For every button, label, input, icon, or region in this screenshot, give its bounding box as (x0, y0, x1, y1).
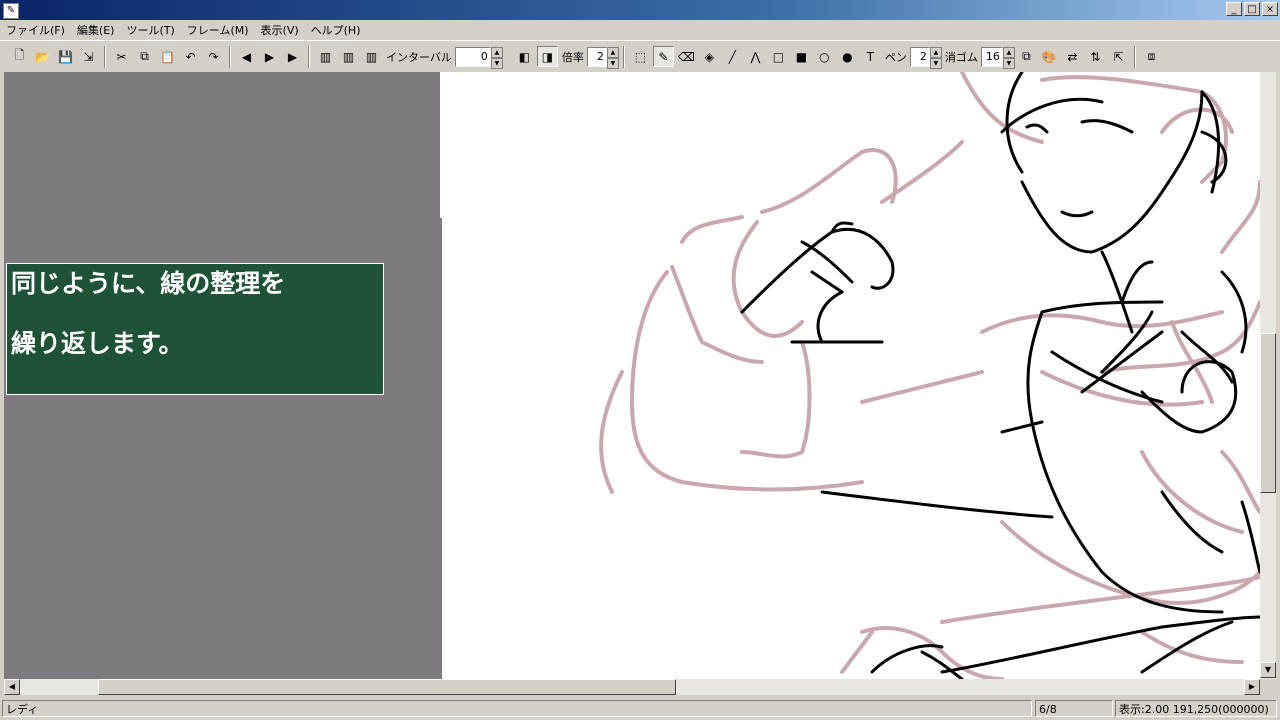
status-zoom-coords: 表示:2.00 191,250(000000) (1115, 700, 1277, 717)
caption-line-1: 同じように、線の整理を (11, 269, 286, 298)
status-frame-counter: 6/8 (1035, 700, 1113, 717)
paste-icon[interactable]: 📋 (157, 46, 178, 67)
prev-frame-icon[interactable]: ◀ (236, 46, 257, 67)
line-icon[interactable]: ╱ (722, 46, 743, 67)
toolbar: 🗋 📂 💾 ⇲ ✂ ⧉ 📋 ↶ ↷ ◀ ▶ ▶ ▥ ▥ ▥ インターバル 0 ▲… (0, 40, 1280, 72)
menu-file[interactable]: ファイル(F) (0, 22, 71, 38)
spin-up-icon[interactable]: ▲ (490, 46, 503, 58)
app-icon: ✎ (3, 3, 19, 19)
eraser-icon[interactable]: ⌫ (676, 46, 697, 67)
cut-icon[interactable]: ✂ (111, 46, 132, 67)
scroll-right-icon[interactable]: ▶ (1244, 679, 1260, 695)
play-icon[interactable]: ▶ (282, 46, 303, 67)
menu-bar: ファイル(F) 編集(E) ツール(T) フレーム(M) 表示(V) ヘルプ(H… (0, 20, 1280, 39)
sketch-drawing (599, 72, 1260, 679)
undo-icon[interactable]: ↶ (180, 46, 201, 67)
layer-icon[interactable]: ⧉ (1016, 46, 1037, 67)
scroll-left-icon[interactable]: ◀ (4, 679, 20, 695)
frame-insert-icon[interactable]: ▥ (315, 46, 336, 67)
menu-frame[interactable]: フレーム(M) (181, 22, 255, 38)
ellipse-icon[interactable]: ○ (814, 46, 835, 67)
toolbar-separator (308, 45, 310, 68)
save-icon[interactable]: 💾 (55, 46, 76, 67)
spin-up-icon[interactable]: ▲ (1002, 46, 1015, 58)
next-frame-icon[interactable]: ▶ (259, 46, 280, 67)
tutorial-caption: 同じように、線の整理を 繰り返します。 (6, 263, 384, 395)
pen-label: ペン (884, 50, 907, 64)
open-folder-icon[interactable]: 📂 (32, 46, 53, 67)
export-icon[interactable]: ⇲ (78, 46, 99, 67)
close-button[interactable]: × (1262, 2, 1278, 16)
zoom-spinner[interactable]: 2 ▲ ▼ (586, 46, 619, 69)
underdrawing-lines (599, 72, 1260, 679)
spin-down-icon[interactable]: ▼ (929, 57, 942, 69)
spin-down-icon[interactable]: ▼ (490, 57, 503, 69)
interval-spinner[interactable]: 0 ▲ ▼ (454, 46, 503, 69)
copy-icon[interactable]: ⧉ (134, 46, 155, 67)
spin-down-icon[interactable]: ▼ (606, 57, 619, 69)
eraser-spinner[interactable]: 16 ▲ ▼ (980, 46, 1015, 69)
spin-up-icon[interactable]: ▲ (606, 46, 619, 58)
horizontal-scroll-thumb[interactable] (98, 679, 676, 695)
frame-delete-icon[interactable]: ▥ (338, 46, 359, 67)
menu-view[interactable]: 表示(V) (255, 22, 305, 38)
pen-spinner[interactable]: 2 ▲ ▼ (909, 46, 942, 69)
fill-icon[interactable]: ◈ (699, 46, 720, 67)
menu-tools[interactable]: ツール(T) (120, 22, 180, 38)
status-bar: レディ 6/8 表示:2.00 191,250(000000) (0, 698, 1280, 720)
status-ready: レディ (2, 700, 1032, 717)
minimize-button[interactable]: _ (1226, 2, 1242, 16)
eraser-label: 消ゴム (944, 50, 978, 64)
spin-up-icon[interactable]: ▲ (929, 46, 942, 58)
toolbar-separator (1133, 45, 1136, 68)
menu-help[interactable]: ヘルプ(H) (305, 22, 367, 38)
spin-down-icon[interactable]: ▼ (1002, 57, 1015, 69)
frame-copy-icon[interactable]: ▥ (361, 46, 382, 67)
toolbar-separator (104, 45, 106, 68)
select-icon[interactable]: ⬚ (630, 46, 651, 67)
scroll-down-icon[interactable]: ▼ (1260, 662, 1276, 678)
interval-value[interactable]: 0 (454, 46, 491, 67)
color-palette-icon[interactable]: 🎨 (1039, 46, 1060, 67)
text-tool-icon[interactable]: T (860, 46, 881, 67)
vertical-scroll-thumb[interactable] (1260, 333, 1276, 493)
pencil-icon[interactable]: ✎ (652, 46, 674, 67)
flip-horizontal-icon[interactable]: ⇄ (1062, 46, 1083, 67)
toolbar-separator (229, 45, 231, 68)
rectangle-icon[interactable]: □ (768, 46, 789, 67)
zoom-value[interactable]: 2 (586, 46, 607, 67)
new-file-icon[interactable]: 🗋 (9, 46, 30, 67)
caption-line-2: 繰り返します。 (11, 329, 184, 358)
menu-edit[interactable]: 編集(E) (71, 22, 121, 38)
filled-ellipse-icon[interactable]: ● (837, 46, 858, 67)
drawing-canvas[interactable] (442, 72, 1260, 679)
flip-vertical-icon[interactable]: ⇅ (1085, 46, 1106, 67)
pen-value[interactable]: 2 (909, 46, 930, 67)
eraser-value[interactable]: 16 (980, 46, 1003, 67)
zoom-label: 倍率 (561, 50, 584, 64)
onion-prev-icon[interactable]: ◧ (514, 46, 535, 67)
redo-icon[interactable]: ↷ (203, 46, 224, 67)
onion-next-icon[interactable]: ◨ (536, 46, 558, 67)
interval-label: インターバル (386, 50, 452, 64)
polyline-icon[interactable]: ⋀ (745, 46, 766, 67)
filled-rectangle-icon[interactable]: ■ (791, 46, 812, 67)
window-layout-icon[interactable]: ⧈ (1141, 46, 1162, 67)
transform-icon[interactable]: ⇱ (1108, 46, 1129, 67)
maximize-button[interactable]: □ (1244, 2, 1260, 16)
toolbar-separator (622, 45, 625, 68)
title-bar: ✎ _ □ × (0, 0, 1280, 20)
